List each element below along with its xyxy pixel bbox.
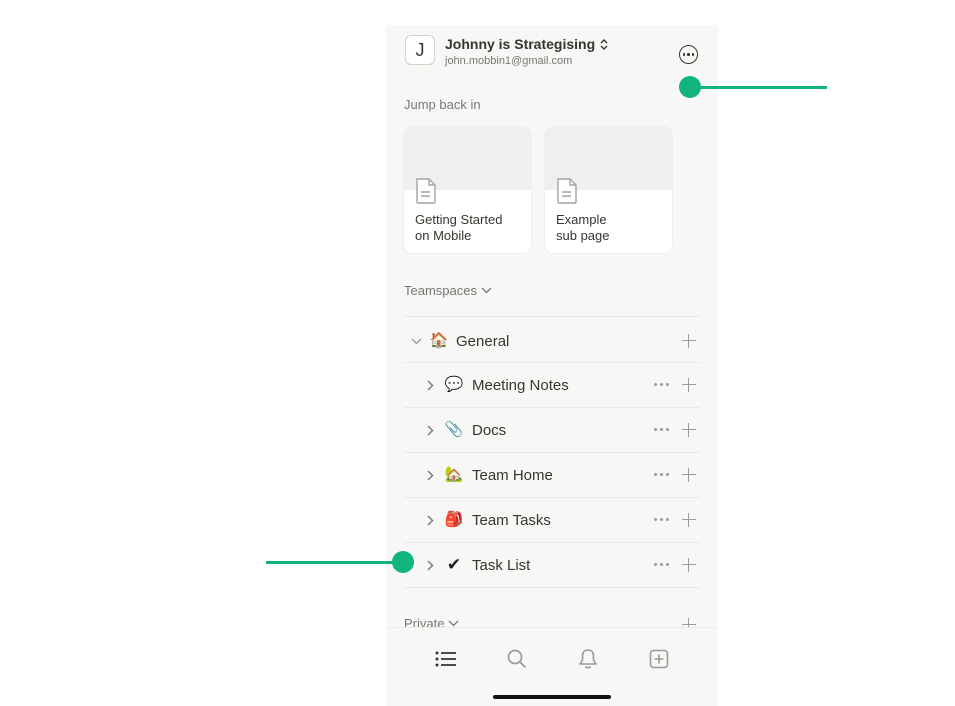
page-row-team-tasks[interactable]: 🎒 Team Tasks	[404, 498, 700, 542]
checkmark-icon: ✔	[446, 555, 462, 574]
annotation-marker	[392, 551, 414, 573]
workspace-name: Johnny is Strategising	[445, 36, 596, 52]
annotation-marker	[679, 76, 701, 98]
card-title: Example sub page	[556, 212, 610, 243]
list-icon[interactable]	[433, 646, 459, 672]
add-subpage-icon[interactable]	[682, 558, 696, 572]
workspace-initial: J	[415, 39, 425, 60]
workspace-avatar[interactable]: J	[405, 35, 435, 65]
document-icon	[416, 178, 436, 204]
page-options-icon[interactable]	[654, 428, 669, 431]
page-row-task-list[interactable]: ✔ Task List	[404, 543, 700, 587]
teamspaces-toggle[interactable]: Teamspaces	[404, 283, 492, 298]
page-row-docs[interactable]: 📎 Docs	[404, 408, 700, 452]
teamspace-general-row[interactable]: 🏠 General	[404, 319, 700, 363]
page-label: Docs	[472, 422, 507, 439]
home-garden-icon: 🏡	[444, 466, 464, 483]
page-label: Team Tasks	[472, 512, 551, 529]
chevron-right-icon[interactable]	[423, 468, 437, 482]
page-options-icon[interactable]	[654, 563, 669, 566]
bell-icon[interactable]	[575, 646, 601, 672]
add-subpage-icon[interactable]	[682, 468, 696, 482]
backpack-icon: 🎒	[444, 511, 464, 528]
chevron-down-icon	[449, 620, 459, 627]
workspace-email: john.mobbin1@gmail.com	[445, 55, 573, 67]
page-options-icon[interactable]	[654, 518, 669, 521]
annotation-line	[690, 86, 827, 89]
bottom-tab-bar	[386, 627, 718, 706]
speech-bubble-icon: 💬	[444, 376, 464, 393]
page-row-meeting-notes[interactable]: 💬 Meeting Notes	[404, 363, 700, 407]
page-options-icon[interactable]	[654, 473, 669, 476]
chevron-down-icon[interactable]	[409, 334, 423, 348]
chevron-right-icon[interactable]	[423, 378, 437, 392]
annotation-line	[266, 561, 403, 564]
page-label: Meeting Notes	[472, 377, 569, 394]
chevron-down-icon	[481, 287, 492, 294]
add-subpage-icon[interactable]	[682, 378, 696, 392]
workspace-switcher[interactable]: Johnny is Strategising	[445, 36, 608, 52]
chevron-right-icon[interactable]	[423, 558, 437, 572]
card-title: Getting Started on Mobile	[415, 212, 503, 243]
page-options-icon[interactable]	[654, 383, 669, 386]
add-subpage-icon[interactable]	[682, 513, 696, 527]
home-indicator	[493, 695, 611, 699]
teamspace-label: General	[456, 333, 510, 350]
jump-back-in-label: Jump back in	[404, 97, 481, 112]
page-label: Team Home	[472, 467, 553, 484]
new-page-icon[interactable]	[646, 646, 672, 672]
chevron-up-down-icon	[600, 38, 608, 50]
more-options-button[interactable]	[679, 45, 698, 64]
house-icon: 🏠	[429, 332, 449, 349]
search-icon[interactable]	[504, 646, 530, 672]
sidebar-screen: J Johnny is Strategising john.mobbin1@gm…	[386, 25, 718, 706]
recent-page-card[interactable]: Getting Started on Mobile	[404, 127, 531, 253]
teamspaces-label: Teamspaces	[404, 283, 477, 298]
chevron-right-icon[interactable]	[423, 423, 437, 437]
document-icon	[557, 178, 577, 204]
page-row-team-home[interactable]: 🏡 Team Home	[404, 453, 700, 497]
paperclip-icon: 📎	[444, 421, 464, 438]
chevron-right-icon[interactable]	[423, 513, 437, 527]
add-subpage-icon[interactable]	[682, 423, 696, 437]
page-label: Task List	[472, 557, 531, 574]
recent-page-card[interactable]: Example sub page	[545, 127, 672, 253]
add-page-icon[interactable]	[682, 334, 696, 348]
